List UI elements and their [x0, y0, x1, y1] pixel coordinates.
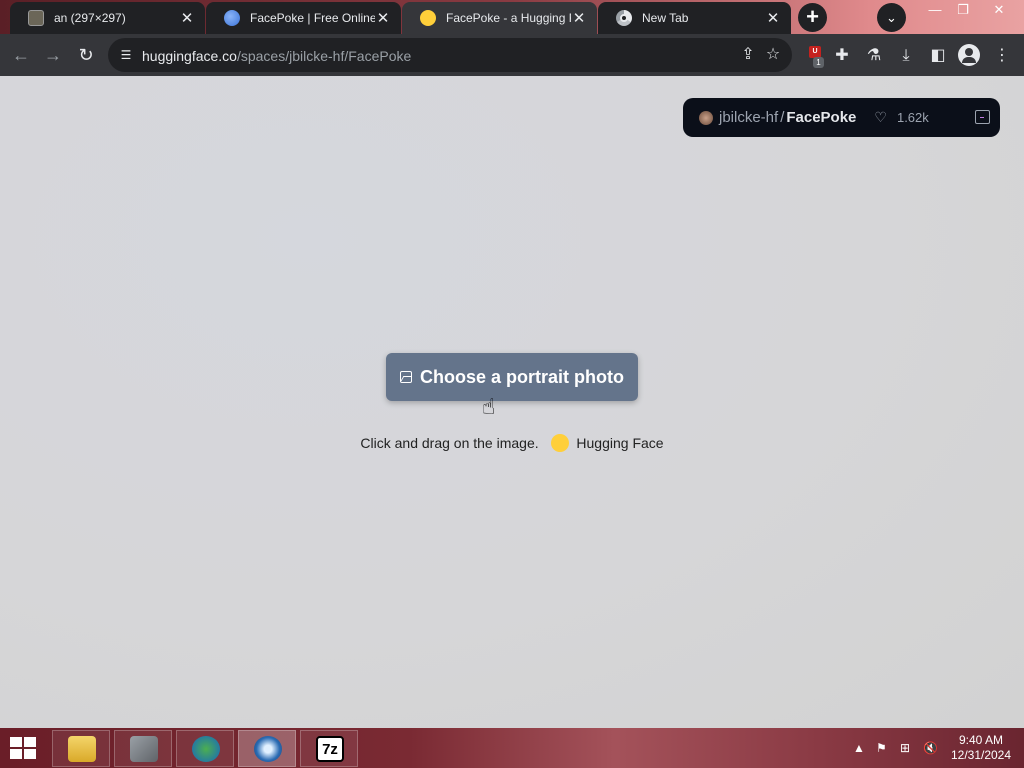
- clock-time: 9:40 AM: [958, 733, 1004, 747]
- instructions-caption: Click and drag on the image. Hugging Fac…: [0, 434, 1024, 452]
- volume-muted-icon[interactable]: 🔇: [923, 741, 938, 755]
- taskbar-download-manager[interactable]: [176, 730, 234, 767]
- chrome-favicon-icon: [616, 10, 632, 26]
- site-info-icon[interactable]: ☰: [118, 47, 134, 63]
- choose-portrait-label: Choose a portrait photo: [420, 366, 624, 387]
- bookmark-star-icon[interactable]: ☆: [763, 45, 783, 65]
- like-heart-icon[interactable]: ♡: [874, 109, 887, 126]
- tab-facepoke-online[interactable]: FacePoke | Free Online A ✕: [206, 2, 401, 34]
- extensions-puzzle-icon[interactable]: ✚: [831, 45, 853, 67]
- page-content: jbilcke-hf / FacePoke ♡ 1.62k Choose a p…: [0, 76, 1024, 728]
- tab-title: FacePoke | Free Online A: [250, 11, 375, 25]
- close-window-button[interactable]: ✕: [982, 0, 1016, 22]
- like-count: 1.62k: [896, 110, 929, 125]
- tab-close-icon[interactable]: ✕: [765, 9, 781, 27]
- action-center-flag-icon[interactable]: ⚑: [876, 741, 887, 755]
- profile-avatar-icon[interactable]: [958, 44, 980, 66]
- space-header-badge: jbilcke-hf / FacePoke ♡ 1.62k: [683, 98, 1000, 137]
- tab-title: New Tab: [642, 11, 689, 25]
- tab-close-icon[interactable]: ✕: [375, 9, 391, 27]
- folder-icon: [68, 736, 96, 762]
- sword-icon: [130, 736, 158, 762]
- tab-close-icon[interactable]: ✕: [179, 9, 195, 27]
- image-favicon-icon: [28, 10, 44, 26]
- tab-title: FacePoke - a Hugging F: [446, 11, 571, 25]
- labs-flask-icon[interactable]: ⚗: [863, 45, 885, 67]
- hugging-face-link[interactable]: Hugging Face: [576, 435, 663, 451]
- extension-count-badge: 1: [813, 57, 824, 68]
- space-owner-link[interactable]: jbilcke-hf: [719, 109, 778, 126]
- taskbar-7zip[interactable]: 7z: [300, 730, 358, 767]
- hugging-face-favicon-icon: [420, 10, 436, 26]
- network-icon[interactable]: ⊞: [900, 741, 910, 755]
- 7zip-icon: 7z: [316, 736, 344, 762]
- taskbar-browser[interactable]: [238, 730, 296, 767]
- tab-title: an (297×297): [54, 11, 126, 25]
- space-name-link[interactable]: FacePoke: [786, 109, 856, 126]
- windows-taskbar: 7z ▲ ⚑ ⊞ 🔇 9:40 AM 12/31/2024: [0, 728, 1024, 768]
- tab-search-button[interactable]: ⌄: [877, 3, 906, 32]
- share-icon[interactable]: ⇪: [738, 45, 758, 65]
- space-separator: /: [780, 109, 785, 126]
- space-menu-icon[interactable]: [975, 110, 990, 124]
- tab-new-tab[interactable]: New Tab ✕: [598, 2, 791, 34]
- download-icon[interactable]: ⤓: [895, 45, 917, 67]
- hand-cursor-icon: ☝: [482, 394, 496, 419]
- url-text[interactable]: huggingface.co/spaces/jbilcke-hf/FacePok…: [142, 48, 411, 64]
- tab-close-icon[interactable]: ✕: [571, 9, 587, 27]
- browser-titlebar: an (297×297) ✕ FacePoke | Free Online A …: [0, 0, 1024, 34]
- hugging-face-emoji-icon: [550, 434, 569, 452]
- show-hidden-icons-icon[interactable]: ▲: [853, 741, 865, 755]
- forward-button[interactable]: →: [40, 42, 66, 68]
- globe-favicon-icon: [224, 10, 240, 26]
- new-tab-button[interactable]: +: [798, 3, 827, 32]
- browser-icon: [254, 736, 282, 762]
- owner-avatar[interactable]: [699, 110, 713, 125]
- taskbar-sword-app[interactable]: [114, 730, 172, 767]
- side-panel-icon[interactable]: ◧: [927, 45, 949, 67]
- image-icon: [400, 371, 412, 383]
- back-button[interactable]: ←: [8, 42, 34, 68]
- address-bar[interactable]: ☰ huggingface.co/spaces/jbilcke-hf/FaceP…: [108, 38, 792, 72]
- tab-facepoke-huggingface[interactable]: FacePoke - a Hugging F ✕: [402, 2, 597, 34]
- choose-portrait-button[interactable]: Choose a portrait photo: [386, 353, 638, 401]
- windows-start-icon[interactable]: [10, 737, 38, 761]
- restore-button[interactable]: ❐: [946, 0, 980, 22]
- tab-image[interactable]: an (297×297) ✕: [10, 2, 205, 34]
- taskbar-clock[interactable]: 9:40 AM 12/31/2024: [948, 733, 1014, 763]
- clock-date: 12/31/2024: [950, 748, 1012, 762]
- taskbar-file-explorer[interactable]: [52, 730, 110, 767]
- menu-kebab-icon[interactable]: ⋮: [991, 45, 1013, 67]
- reload-button[interactable]: ↻: [73, 42, 99, 68]
- globe-download-icon: [192, 736, 220, 762]
- instructions-text: Click and drag on the image.: [360, 435, 539, 451]
